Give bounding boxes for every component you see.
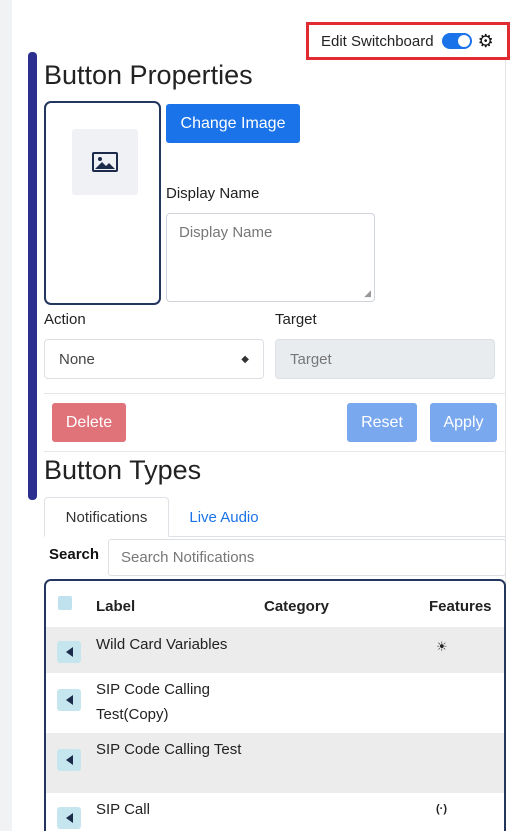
target-label: Target [275, 311, 317, 328]
divider [44, 451, 506, 452]
left-arrow-icon [65, 813, 73, 823]
edit-switchboard-bar: Edit Switchboard ⚙ [306, 22, 510, 60]
image-placeholder [72, 129, 138, 195]
row-label: SIP Code Calling Test(Copy) [96, 681, 210, 723]
left-arrow-icon [65, 695, 73, 705]
apply-button[interactable]: Apply [430, 403, 497, 442]
tab-live-audio[interactable]: Live Audio [172, 497, 276, 537]
select-arrows-icon: ◆ [241, 353, 249, 365]
select-all-checkbox[interactable] [58, 596, 72, 610]
row-label: Wild Card Variables [96, 636, 228, 653]
action-label: Action [44, 311, 86, 328]
row-label: SIP Call [96, 801, 150, 818]
reset-button[interactable]: Reset [347, 403, 417, 442]
display-name-field[interactable]: Display Name ◢ [166, 213, 375, 302]
button-properties-title: Button Properties [44, 60, 253, 90]
column-header-features[interactable]: Features [429, 598, 492, 615]
add-button-icon[interactable] [57, 641, 81, 663]
search-placeholder: Search Notifications [121, 549, 255, 566]
divider [44, 393, 506, 394]
target-placeholder: Target [290, 350, 332, 368]
left-panel-edge [0, 0, 12, 831]
table-header: Label Category Features [46, 581, 504, 627]
table-row[interactable]: SIP Code Calling Test [46, 733, 504, 793]
scrollbar-thumb[interactable] [28, 52, 37, 500]
change-image-button[interactable]: Change Image [166, 104, 300, 143]
column-header-category[interactable]: Category [264, 598, 329, 615]
edit-switchboard-label: Edit Switchboard [321, 32, 434, 50]
left-arrow-icon [65, 755, 73, 765]
button-image-card [44, 101, 161, 305]
search-input[interactable]: Search Notifications [108, 539, 506, 576]
button-types-title: Button Types [44, 455, 202, 485]
column-header-label[interactable]: Label [96, 598, 135, 615]
action-select[interactable]: None ◆ [44, 339, 264, 379]
resize-grip-icon[interactable]: ◢ [364, 288, 371, 299]
gear-icon[interactable]: ⚙ [478, 32, 494, 50]
search-label: Search [49, 546, 100, 563]
table-row[interactable]: SIP Call (·) [46, 793, 504, 831]
toggle-knob [457, 35, 470, 47]
sun-icon: ☀ [436, 639, 448, 654]
table-row[interactable]: SIP Code Calling Test(Copy) [46, 673, 504, 733]
button-types-table: Label Category Features Wild Card Variab… [44, 579, 506, 831]
add-button-icon[interactable] [57, 689, 81, 711]
table-row[interactable]: Wild Card Variables ☀ [46, 627, 504, 673]
broadcast-icon: (·) [436, 803, 447, 815]
action-select-value: None [59, 350, 95, 368]
edit-switchboard-toggle[interactable] [441, 33, 472, 49]
display-name-placeholder: Display Name [179, 224, 273, 241]
add-button-icon[interactable] [57, 807, 81, 829]
display-name-label: Display Name [166, 185, 260, 202]
target-input: Target [275, 339, 495, 379]
delete-button[interactable]: Delete [52, 403, 126, 442]
row-label: SIP Code Calling Test [96, 741, 242, 758]
add-button-icon[interactable] [57, 749, 81, 771]
tab-notifications[interactable]: Notifications [44, 497, 169, 537]
image-icon [92, 152, 118, 172]
left-arrow-icon [65, 647, 73, 657]
